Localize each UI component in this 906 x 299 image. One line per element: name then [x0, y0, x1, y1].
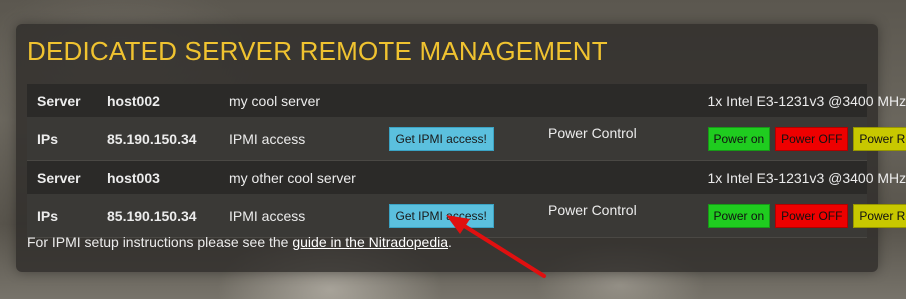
power-off-button[interactable]: Power OFF: [775, 203, 849, 228]
power-on-button[interactable]: Power on: [707, 203, 771, 228]
power-control-label: Power Control: [548, 117, 708, 161]
ips-row: IPs 85.190.150.34 IPMI access Get IPMI a…: [27, 117, 906, 161]
server-table: Server host002 my cool server 1x Intel E…: [27, 84, 906, 238]
footer-text-end: .: [448, 234, 452, 250]
footer-text: For IPMI setup instructions please see t…: [27, 234, 293, 250]
ips-row: IPs 85.190.150.34 IPMI access Get IPMI a…: [27, 194, 906, 238]
server-cpu: 1x Intel E3-1231v3 @3400 MHz: [707, 84, 906, 117]
power-buttons: Power on Power OFF Power Reset: [707, 117, 906, 161]
get-ipmi-access-button[interactable]: Get IPMI access!: [388, 203, 494, 228]
ipmi-access-label: IPMI access: [229, 117, 389, 161]
ipmi-access-label: IPMI access: [229, 194, 389, 238]
power-off-button[interactable]: Power OFF: [775, 126, 849, 151]
power-reset-button[interactable]: Power Reset: [853, 203, 906, 228]
ips-label: IPs: [27, 117, 107, 161]
server-hostname: host002: [107, 84, 229, 117]
power-control-label: Power Control: [548, 194, 708, 238]
server-hostname: host003: [107, 160, 229, 194]
server-label: Server: [27, 160, 107, 194]
server-row: Server host003 my other cool server 1x I…: [27, 160, 906, 194]
ipmi-instructions-note: For IPMI setup instructions please see t…: [27, 234, 452, 250]
ip-address: 85.190.150.34: [107, 194, 229, 238]
server-label: Server: [27, 84, 107, 117]
nitradopedia-guide-link[interactable]: guide in the Nitradopedia: [292, 234, 448, 250]
get-ipmi-access-button[interactable]: Get IPMI access!: [388, 126, 494, 151]
server-row: Server host002 my cool server 1x Intel E…: [27, 84, 906, 117]
page-title: DEDICATED SERVER REMOTE MANAGEMENT: [27, 36, 608, 66]
power-buttons: Power on Power OFF Power Reset: [707, 194, 906, 238]
server-cpu: 1x Intel E3-1231v3 @3400 MHz: [707, 160, 906, 194]
power-reset-button[interactable]: Power Reset: [853, 126, 906, 151]
ip-address: 85.190.150.34: [107, 117, 229, 161]
server-description: my other cool server: [229, 160, 708, 194]
power-on-button[interactable]: Power on: [707, 126, 771, 151]
ips-label: IPs: [27, 194, 107, 238]
server-description: my cool server: [229, 84, 708, 117]
